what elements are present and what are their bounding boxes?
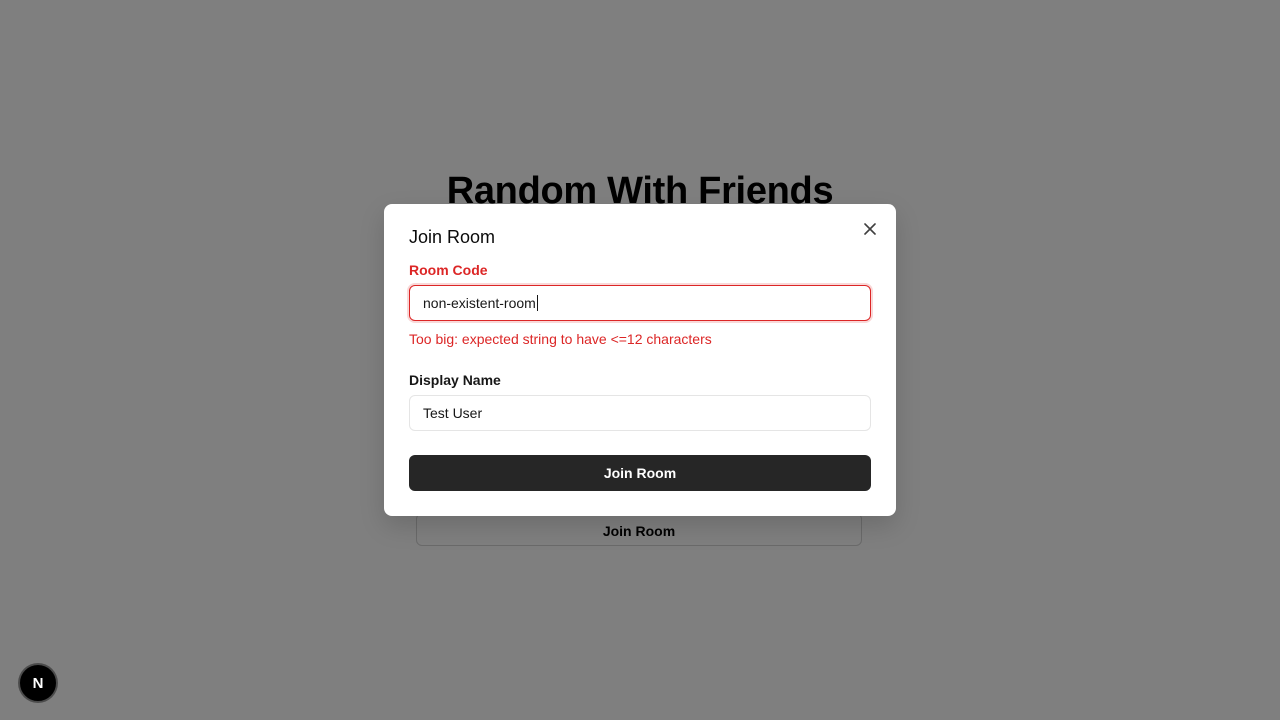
room-code-input[interactable]: non-existent-room <box>409 285 871 321</box>
display-name-label: Display Name <box>409 372 501 388</box>
join-room-dialog: Join Room Room Code non-existent-room To… <box>384 204 896 516</box>
close-icon <box>864 223 876 235</box>
nextjs-dev-badge[interactable]: N <box>19 664 57 702</box>
nextjs-logo-icon: N <box>32 674 44 692</box>
room-code-value: non-existent-room <box>423 295 536 311</box>
close-button[interactable] <box>860 219 880 239</box>
dialog-title: Join Room <box>409 227 496 247</box>
display-name-value: Test User <box>423 405 483 421</box>
join-room-submit-button[interactable]: Join Room <box>409 455 871 491</box>
text-caret <box>536 295 538 311</box>
room-code-error-message: Too big: expected string to have <=12 ch… <box>409 331 712 347</box>
display-name-input[interactable]: Test User <box>409 395 871 431</box>
room-code-label: Room Code <box>409 262 488 278</box>
